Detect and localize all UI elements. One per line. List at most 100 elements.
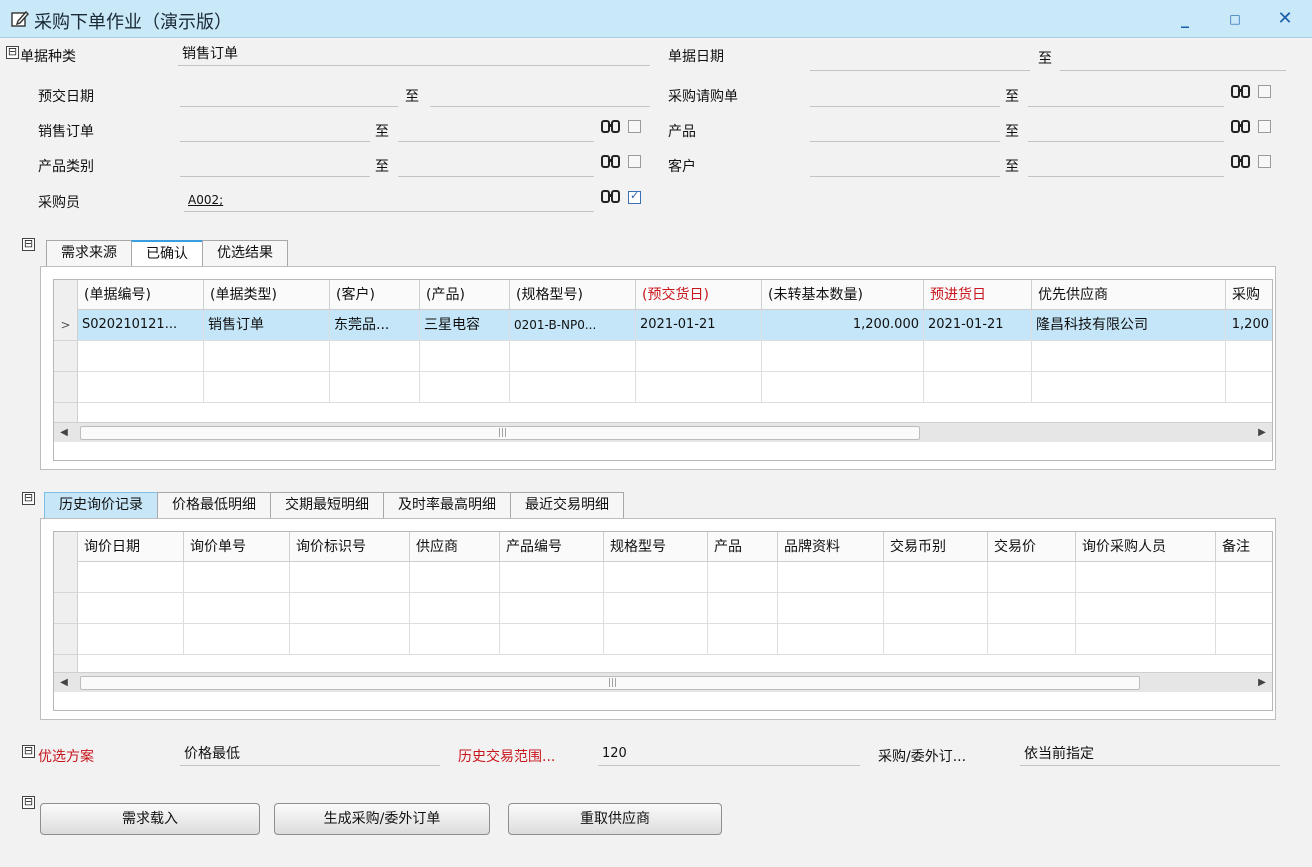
col-inquiry-date[interactable]: 询价日期 [78, 532, 184, 562]
main-window: 采购下单作业（演示版） _ □ ✕ ⊟ 单据种类 销售订单 单据日期 至 预交日… [0, 0, 1312, 867]
product-category-binoculars-icon[interactable] [600, 154, 622, 170]
load-demand-button[interactable]: 需求载入 [40, 803, 260, 835]
generate-order-button[interactable]: 生成采购/委外订单 [274, 803, 490, 835]
tab-shortest-lead[interactable]: 交期最短明细 [270, 492, 384, 518]
sales-order-checkbox[interactable] [628, 120, 641, 133]
maximize-button[interactable]: □ [1220, 5, 1250, 33]
col-purchase[interactable]: 采购 [1226, 280, 1272, 310]
delivery-date-to-field[interactable] [430, 85, 650, 107]
purchase-request-from-field[interactable] [810, 85, 1000, 107]
cell-purchase[interactable]: 1,200 [1226, 310, 1272, 341]
scroll-right-icon[interactable]: ▶ [1252, 673, 1272, 693]
customer-checkbox[interactable] [1258, 155, 1271, 168]
cell-unconverted-qty[interactable]: 1,200.000 [762, 310, 924, 341]
tab-highest-ontime[interactable]: 及时率最高明细 [383, 492, 511, 518]
preferred-scheme-label: 优选方案 [38, 749, 94, 765]
col-expected-receipt-date[interactable]: 预进货日 [924, 280, 1032, 310]
table-row[interactable] [54, 593, 1272, 624]
sales-order-to-field[interactable] [398, 120, 594, 142]
minimize-button[interactable]: _ [1170, 5, 1200, 33]
cell-delivery-date[interactable]: 2021-01-21 [636, 310, 762, 341]
options-collapse-icon[interactable]: ⊟ [22, 745, 35, 758]
cell-product[interactable]: 三星电容 [420, 310, 510, 341]
col-remark[interactable]: 备注 [1216, 532, 1272, 562]
col-spec-model[interactable]: 规格型号 [604, 532, 708, 562]
tab-lowest-price[interactable]: 价格最低明细 [157, 492, 271, 518]
col-inquiry-no[interactable]: 询价单号 [184, 532, 290, 562]
purchase-outsource-field[interactable]: 依当前指定 [1020, 744, 1280, 766]
doc-date-from-field[interactable] [810, 49, 1030, 71]
sales-order-binoculars-icon[interactable] [600, 119, 622, 135]
col-inquiry-buyer[interactable]: 询价采购人员 [1076, 532, 1216, 562]
col-doc-type[interactable]: (单据类型) [204, 280, 330, 310]
actions-collapse-icon[interactable]: ⊟ [22, 796, 35, 809]
table-row[interactable] [54, 341, 1272, 372]
purchase-request-checkbox[interactable] [1258, 85, 1271, 98]
purchase-request-binoculars-icon[interactable] [1230, 84, 1252, 100]
cell-doc-no[interactable]: S020210121... [78, 310, 204, 341]
doc-type-field[interactable]: 销售订单 [178, 44, 650, 66]
col-inquiry-id[interactable]: 询价标识号 [290, 532, 410, 562]
col-spec[interactable]: (规格型号) [510, 280, 636, 310]
delivery-date-from-field[interactable] [180, 85, 398, 107]
col-delivery-date[interactable]: (预交货日) [636, 280, 762, 310]
table-row[interactable] [54, 562, 1272, 593]
col-product[interactable]: (产品) [420, 280, 510, 310]
product-category-to-field[interactable] [398, 155, 594, 177]
scroll-left-icon[interactable]: ◀ [54, 673, 74, 693]
row-header [54, 624, 78, 655]
tab-confirmed[interactable]: 已确认 [131, 240, 203, 266]
cell-doc-type[interactable]: 销售订单 [204, 310, 330, 341]
title-bar[interactable]: 采购下单作业（演示版） _ □ ✕ [0, 0, 1312, 38]
col-brand-info[interactable]: 品牌资料 [778, 532, 884, 562]
table-row[interactable] [54, 655, 1272, 673]
buyer-checkbox[interactable] [628, 189, 641, 204]
col-customer[interactable]: (客户) [330, 280, 420, 310]
buyer-field[interactable]: A002; [184, 190, 594, 212]
close-button[interactable]: ✕ [1270, 5, 1300, 33]
col-supplier[interactable]: 供应商 [410, 532, 500, 562]
scroll-left-icon[interactable]: ◀ [54, 423, 74, 443]
product-from-field[interactable] [810, 120, 1000, 142]
col-trade-price[interactable]: 交易价 [988, 532, 1076, 562]
tab-demand-source[interactable]: 需求来源 [46, 240, 132, 266]
cell-preferred-supplier[interactable]: 隆昌科技有限公司 [1032, 310, 1226, 341]
col-product-code[interactable]: 产品编号 [500, 532, 604, 562]
col-product-name[interactable]: 产品 [708, 532, 778, 562]
sales-order-from-field[interactable] [180, 120, 370, 142]
customer-binoculars-icon[interactable] [1230, 154, 1252, 170]
purchase-request-to-field[interactable] [1028, 85, 1224, 107]
col-unconverted-qty[interactable]: (未转基本数量) [762, 280, 924, 310]
cell-customer[interactable]: 东莞品... [330, 310, 420, 341]
table-row[interactable] [54, 403, 1272, 423]
cell-spec[interactable]: 0201-B-NP0... [510, 310, 636, 341]
table-row[interactable] [54, 624, 1272, 655]
col-preferred-supplier[interactable]: 优先供应商 [1032, 280, 1226, 310]
history-collapse-icon[interactable]: ⊟ [22, 492, 35, 505]
refetch-supplier-button[interactable]: 重取供应商 [508, 803, 722, 835]
table-row[interactable] [54, 372, 1272, 403]
col-currency[interactable]: 交易币别 [884, 532, 988, 562]
cell-expected-receipt-date[interactable]: 2021-01-21 [924, 310, 1032, 341]
table-row[interactable]: > S020210121... 销售订单 东莞品... 三星电容 0201-B-… [54, 310, 1272, 341]
history-grid-hscrollbar[interactable]: ◀ ||| ▶ [54, 672, 1272, 693]
product-category-from-field[interactable] [180, 155, 370, 177]
preferred-scheme-field[interactable]: 价格最低 [180, 744, 440, 766]
product-checkbox[interactable] [1258, 120, 1271, 133]
doc-date-to-field[interactable] [1060, 49, 1286, 71]
customer-from-field[interactable] [810, 155, 1000, 177]
col-doc-no[interactable]: (单据编号) [78, 280, 204, 310]
product-binoculars-icon[interactable] [1230, 119, 1252, 135]
product-category-checkbox[interactable] [628, 155, 641, 168]
demand-collapse-icon[interactable]: ⊟ [22, 238, 35, 251]
tab-preferred-result[interactable]: 优选结果 [202, 240, 288, 266]
scroll-right-icon[interactable]: ▶ [1252, 423, 1272, 443]
customer-to-field[interactable] [1028, 155, 1224, 177]
filter-collapse-icon[interactable]: ⊟ [6, 46, 19, 59]
tab-recent-trade[interactable]: 最近交易明细 [510, 492, 624, 518]
history-range-field[interactable]: 120 [598, 744, 860, 766]
confirmed-grid-hscrollbar[interactable]: ◀ ||| ▶ [54, 422, 1272, 443]
product-to-field[interactable] [1028, 120, 1224, 142]
tab-history-inquiry[interactable]: 历史询价记录 [44, 492, 158, 518]
buyer-binoculars-icon[interactable] [600, 189, 622, 205]
